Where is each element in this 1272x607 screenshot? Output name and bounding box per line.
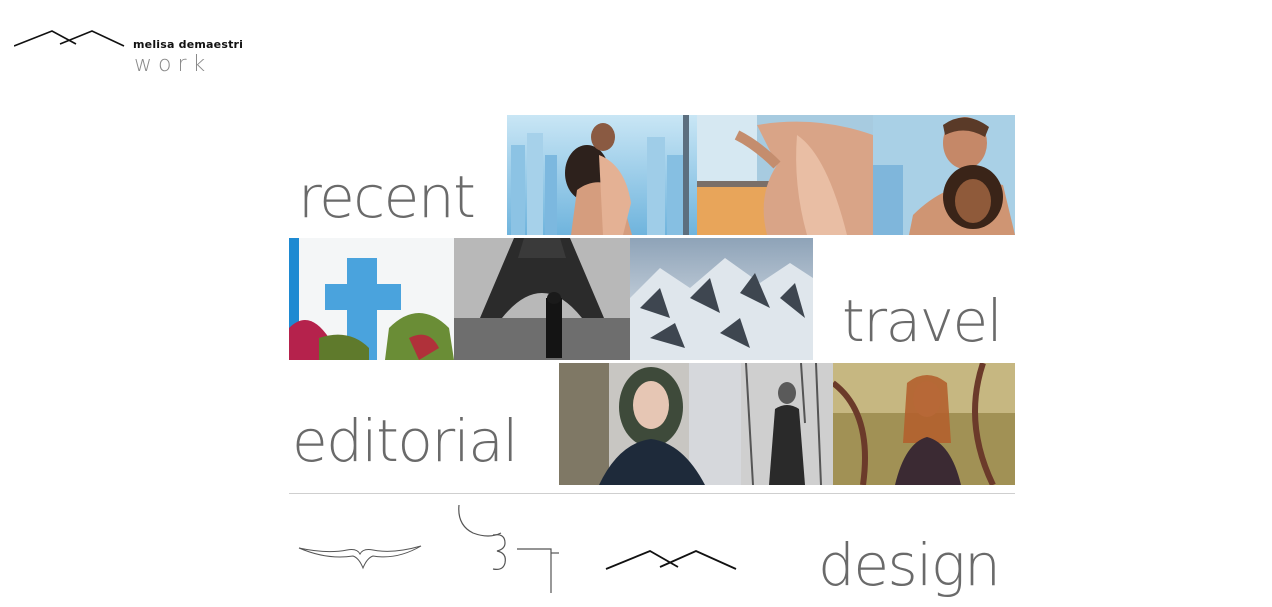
- editorial-photo-3[interactable]: [833, 363, 1015, 485]
- editorial-photo-2[interactable]: [741, 363, 833, 485]
- mountain-peaks-icon[interactable]: [14, 28, 126, 50]
- editorial-photo-1[interactable]: [559, 363, 741, 485]
- design-link[interactable]: design: [818, 536, 1001, 594]
- travel-photo-3[interactable]: [630, 238, 813, 360]
- signature-icon[interactable]: [455, 503, 565, 597]
- section-divider: [289, 493, 1015, 494]
- travel-link[interactable]: travel: [842, 292, 1003, 350]
- recent-link[interactable]: recent: [298, 168, 476, 226]
- mountain-peaks-design-icon[interactable]: [604, 548, 738, 572]
- travel-photo-2[interactable]: [454, 238, 630, 360]
- bird-icon[interactable]: [297, 540, 423, 574]
- editorial-link[interactable]: editorial: [292, 412, 518, 470]
- recent-photo-2[interactable]: [697, 115, 873, 235]
- brand-name[interactable]: melisa demaestri: [133, 38, 243, 51]
- travel-photo-1[interactable]: [289, 238, 454, 360]
- recent-photo-1[interactable]: [507, 115, 697, 235]
- brand-subtitle[interactable]: work: [134, 52, 211, 77]
- recent-photo-3[interactable]: [873, 115, 1015, 235]
